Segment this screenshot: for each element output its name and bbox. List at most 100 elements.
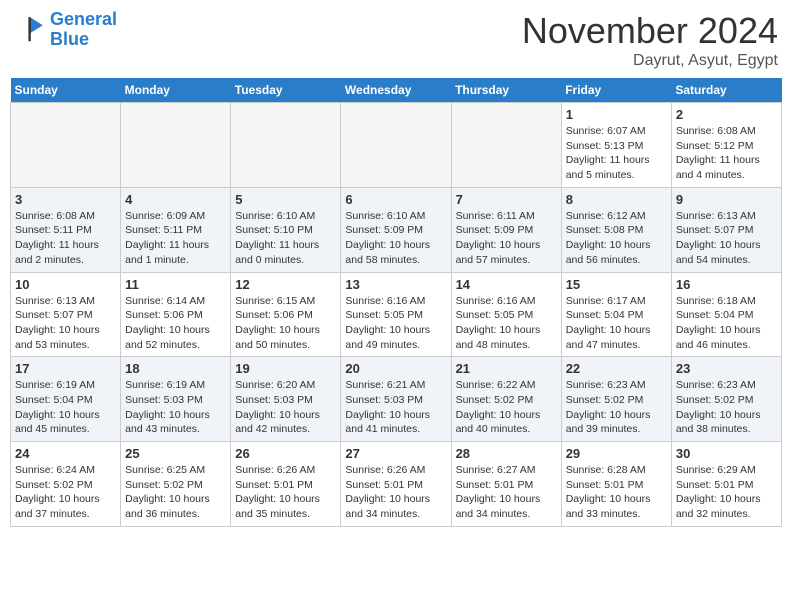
calendar-week-row: 3Sunrise: 6:08 AM Sunset: 5:11 PM Daylig…	[11, 187, 782, 272]
day-info: Sunrise: 6:14 AM Sunset: 5:06 PM Dayligh…	[125, 294, 226, 353]
calendar-cell: 26 Sunrise: 6:26 AM Sunset: 5:01 PM Dayli…	[231, 442, 341, 527]
calendar-cell: 1 Sunrise: 6:07 AM Sunset: 5:13 PM Daylig…	[561, 103, 671, 188]
day-number: 4	[125, 192, 226, 207]
logo-text: General Blue	[50, 10, 117, 50]
calendar-cell: 3Sunrise: 6:08 AM Sunset: 5:11 PM Daylig…	[11, 187, 121, 272]
day-number: 6	[345, 192, 446, 207]
weekday-header: Wednesday	[341, 78, 451, 103]
day-number: 28	[456, 446, 557, 461]
day-number: 18	[125, 361, 226, 376]
calendar-week-row: 17Sunrise: 6:19 AM Sunset: 5:04 PM Dayli…	[11, 357, 782, 442]
day-info: Sunrise: 6:08 AM Sunset: 5:12 PM Dayligh…	[676, 124, 777, 183]
calendar-cell: 8Sunrise: 6:12 AM Sunset: 5:08 PM Daylig…	[561, 187, 671, 272]
location: Dayrut, Asyut, Egypt	[522, 52, 778, 70]
day-info: Sunrise: 6:28 AM Sunset: 5:01 PM Dayligh…	[566, 463, 667, 522]
calendar-week-row: 24 Sunrise: 6:24 AM Sunset: 5:02 PM Dayli…	[11, 442, 782, 527]
day-number: 27	[345, 446, 446, 461]
calendar-table: SundayMondayTuesdayWednesdayThursdayFrid…	[10, 78, 782, 527]
calendar-cell: 18 Sunrise: 6:19 AM Sunset: 5:03 PM Dayli…	[121, 357, 231, 442]
day-info: Sunrise: 6:22 AM Sunset: 5:02 PM Dayligh…	[456, 378, 557, 437]
day-number: 3	[15, 192, 116, 207]
calendar-cell: 12Sunrise: 6:15 AM Sunset: 5:06 PM Dayli…	[231, 272, 341, 357]
day-number: 24	[15, 446, 116, 461]
calendar-cell	[11, 103, 121, 188]
weekday-header: Thursday	[451, 78, 561, 103]
day-info: Sunrise: 6:13 AM Sunset: 5:07 PM Dayligh…	[15, 294, 116, 353]
day-number: 14	[456, 277, 557, 292]
calendar-cell: 15 Sunrise: 6:17 AM Sunset: 5:04 PM Dayli…	[561, 272, 671, 357]
day-info: Sunrise: 6:23 AM Sunset: 5:02 PM Dayligh…	[566, 378, 667, 437]
day-info: Sunrise: 6:17 AM Sunset: 5:04 PM Dayligh…	[566, 294, 667, 353]
calendar-cell: 16 Sunrise: 6:18 AM Sunset: 5:04 PM Dayli…	[671, 272, 781, 357]
calendar-cell: 28 Sunrise: 6:27 AM Sunset: 5:01 PM Dayli…	[451, 442, 561, 527]
day-info: Sunrise: 6:15 AM Sunset: 5:06 PM Dayligh…	[235, 294, 336, 353]
logo-icon	[14, 14, 46, 46]
calendar-cell: 7 Sunrise: 6:11 AM Sunset: 5:09 PM Daylig…	[451, 187, 561, 272]
day-info: Sunrise: 6:26 AM Sunset: 5:01 PM Dayligh…	[345, 463, 446, 522]
day-info: Sunrise: 6:23 AM Sunset: 5:02 PM Dayligh…	[676, 378, 777, 437]
day-number: 20	[345, 361, 446, 376]
day-number: 10	[15, 277, 116, 292]
day-info: Sunrise: 6:11 AM Sunset: 5:09 PM Dayligh…	[456, 209, 557, 268]
day-number: 30	[676, 446, 777, 461]
day-info: Sunrise: 6:25 AM Sunset: 5:02 PM Dayligh…	[125, 463, 226, 522]
day-info: Sunrise: 6:18 AM Sunset: 5:04 PM Dayligh…	[676, 294, 777, 353]
day-info: Sunrise: 6:13 AM Sunset: 5:07 PM Dayligh…	[676, 209, 777, 268]
logo: General Blue	[14, 10, 117, 50]
weekday-header: Sunday	[11, 78, 121, 103]
day-info: Sunrise: 6:12 AM Sunset: 5:08 PM Dayligh…	[566, 209, 667, 268]
day-number: 13	[345, 277, 446, 292]
day-number: 9	[676, 192, 777, 207]
day-info: Sunrise: 6:19 AM Sunset: 5:04 PM Dayligh…	[15, 378, 116, 437]
day-number: 26	[235, 446, 336, 461]
weekday-header: Monday	[121, 78, 231, 103]
day-number: 2	[676, 107, 777, 122]
day-number: 15	[566, 277, 667, 292]
calendar-week-row: 1 Sunrise: 6:07 AM Sunset: 5:13 PM Daylig…	[11, 103, 782, 188]
month-title: November 2024	[522, 10, 778, 52]
calendar-cell: 21 Sunrise: 6:22 AM Sunset: 5:02 PM Dayli…	[451, 357, 561, 442]
calendar-cell: 29Sunrise: 6:28 AM Sunset: 5:01 PM Dayli…	[561, 442, 671, 527]
day-info: Sunrise: 6:19 AM Sunset: 5:03 PM Dayligh…	[125, 378, 226, 437]
day-info: Sunrise: 6:10 AM Sunset: 5:09 PM Dayligh…	[345, 209, 446, 268]
weekday-header: Saturday	[671, 78, 781, 103]
day-info: Sunrise: 6:09 AM Sunset: 5:11 PM Dayligh…	[125, 209, 226, 268]
day-info: Sunrise: 6:27 AM Sunset: 5:01 PM Dayligh…	[456, 463, 557, 522]
calendar-week-row: 10 Sunrise: 6:13 AM Sunset: 5:07 PM Dayli…	[11, 272, 782, 357]
day-info: Sunrise: 6:07 AM Sunset: 5:13 PM Dayligh…	[566, 124, 667, 183]
weekday-header: Tuesday	[231, 78, 341, 103]
title-area: November 2024 Dayrut, Asyut, Egypt	[522, 10, 778, 70]
calendar-cell: 11Sunrise: 6:14 AM Sunset: 5:06 PM Dayli…	[121, 272, 231, 357]
calendar-cell: 19Sunrise: 6:20 AM Sunset: 5:03 PM Dayli…	[231, 357, 341, 442]
calendar-cell: 23Sunrise: 6:23 AM Sunset: 5:02 PM Dayli…	[671, 357, 781, 442]
day-info: Sunrise: 6:24 AM Sunset: 5:02 PM Dayligh…	[15, 463, 116, 522]
day-info: Sunrise: 6:10 AM Sunset: 5:10 PM Dayligh…	[235, 209, 336, 268]
calendar-cell: 24 Sunrise: 6:24 AM Sunset: 5:02 PM Dayli…	[11, 442, 121, 527]
calendar-cell: 30Sunrise: 6:29 AM Sunset: 5:01 PM Dayli…	[671, 442, 781, 527]
calendar-cell: 2 Sunrise: 6:08 AM Sunset: 5:12 PM Daylig…	[671, 103, 781, 188]
day-number: 7	[456, 192, 557, 207]
day-number: 19	[235, 361, 336, 376]
calendar-cell	[341, 103, 451, 188]
calendar-cell	[451, 103, 561, 188]
calendar-cell: 10 Sunrise: 6:13 AM Sunset: 5:07 PM Dayli…	[11, 272, 121, 357]
calendar-cell: 17Sunrise: 6:19 AM Sunset: 5:04 PM Dayli…	[11, 357, 121, 442]
calendar-cell: 25 Sunrise: 6:25 AM Sunset: 5:02 PM Dayli…	[121, 442, 231, 527]
day-number: 25	[125, 446, 226, 461]
calendar-cell: 13Sunrise: 6:16 AM Sunset: 5:05 PM Dayli…	[341, 272, 451, 357]
day-number: 16	[676, 277, 777, 292]
logo-line2: Blue	[50, 29, 89, 49]
day-info: Sunrise: 6:16 AM Sunset: 5:05 PM Dayligh…	[456, 294, 557, 353]
day-number: 5	[235, 192, 336, 207]
day-number: 22	[566, 361, 667, 376]
calendar-cell	[231, 103, 341, 188]
day-info: Sunrise: 6:21 AM Sunset: 5:03 PM Dayligh…	[345, 378, 446, 437]
calendar-cell: 22 Sunrise: 6:23 AM Sunset: 5:02 PM Dayli…	[561, 357, 671, 442]
calendar-cell: 9 Sunrise: 6:13 AM Sunset: 5:07 PM Daylig…	[671, 187, 781, 272]
logo-line1: General	[50, 9, 117, 29]
header: General Blue November 2024 Dayrut, Asyut…	[10, 10, 782, 70]
day-number: 21	[456, 361, 557, 376]
day-info: Sunrise: 6:26 AM Sunset: 5:01 PM Dayligh…	[235, 463, 336, 522]
day-number: 1	[566, 107, 667, 122]
calendar-cell	[121, 103, 231, 188]
